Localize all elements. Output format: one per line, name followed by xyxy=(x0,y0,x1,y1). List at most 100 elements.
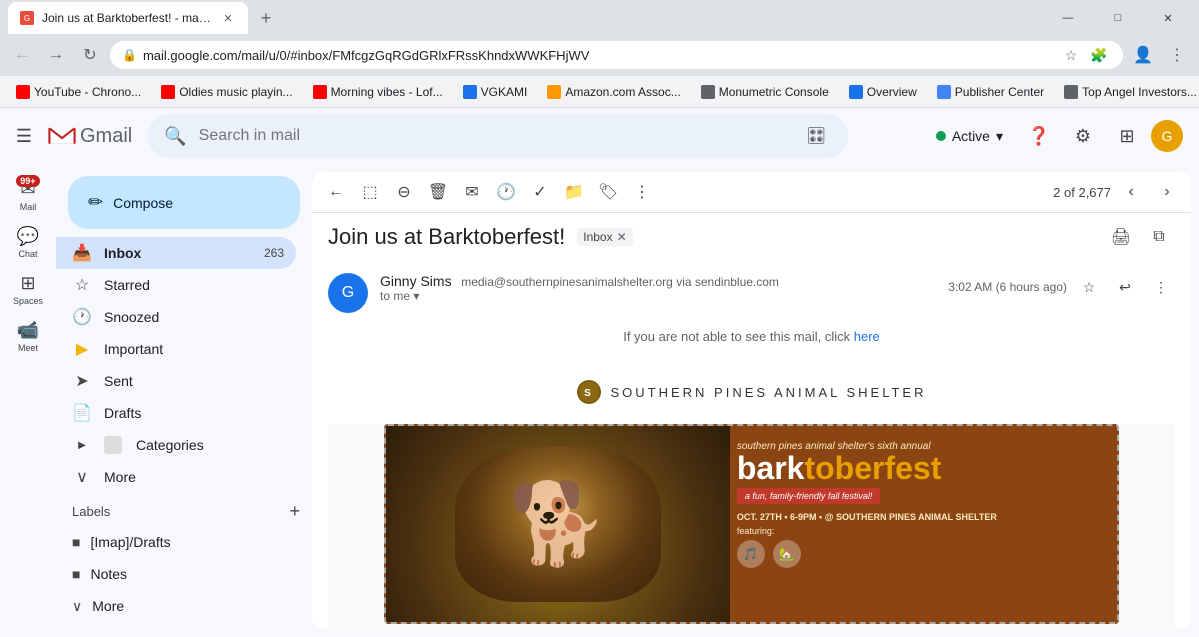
bookmark-oldies[interactable]: Oldies music playin... xyxy=(153,81,300,103)
sidebar-item-important[interactable]: ▶ Important xyxy=(56,333,296,365)
sidebar-item-mail[interactable]: ✉ 99+ Mail xyxy=(0,173,56,218)
sidebar-item-starred[interactable]: ☆ Starred xyxy=(56,269,296,301)
bookmark-publisher-label: Publisher Center xyxy=(955,85,1044,99)
tab-title: Join us at Barktoberfest! - marsh... xyxy=(42,11,212,25)
spam-button[interactable]: ⊖ xyxy=(388,176,420,208)
profile-button[interactable]: 👤 xyxy=(1129,41,1157,69)
sidebar-label-notes[interactable]: ■ Notes xyxy=(56,558,296,590)
sidebar-label-imap-drafts[interactable]: ■ [Imap]/Drafts xyxy=(56,526,296,558)
label-folder-icon: ■ xyxy=(72,534,80,550)
reply-button[interactable]: ↩ xyxy=(1111,273,1139,301)
bookmark-youtube-label: YouTube - Chrono... xyxy=(34,85,141,99)
more-options-button[interactable]: ⋮ xyxy=(626,176,658,208)
badge-2: 🏡 xyxy=(773,540,801,568)
badge-1: 🎵 xyxy=(737,540,765,568)
help-button[interactable]: ❓ xyxy=(1019,116,1059,156)
sidebar-item-inbox[interactable]: 📥 Inbox 263 xyxy=(56,237,296,269)
bookmark-morning[interactable]: Morning vibes - Lof... xyxy=(305,81,451,103)
add-to-tasks-button[interactable]: ✓ xyxy=(524,176,556,208)
prev-email-button[interactable]: ‹ xyxy=(1115,176,1147,208)
active-tab[interactable]: G Join us at Barktoberfest! - marsh... ✕ xyxy=(8,2,248,34)
star-button[interactable]: ☆ xyxy=(1075,273,1103,301)
bookmark-youtube[interactable]: YouTube - Chrono... xyxy=(8,81,149,103)
minimize-button[interactable]: — xyxy=(1045,2,1091,34)
sidebar-label-more[interactable]: ∨ More xyxy=(56,590,296,622)
recipient-expand-icon[interactable]: ▾ xyxy=(413,289,419,303)
email-subject-row: Join us at Barktoberfest! Inbox ✕ 🖨 ⧉ xyxy=(312,213,1191,257)
topangel-favicon xyxy=(1064,85,1078,99)
bookmark-amazon[interactable]: Amazon.com Assoc... xyxy=(539,81,688,103)
window-controls: — □ ✕ xyxy=(1045,2,1191,34)
snoozed-icon: 🕐 xyxy=(72,307,92,327)
starred-label: Starred xyxy=(104,277,284,293)
bookmark-vgkami[interactable]: VGKAMI xyxy=(455,81,536,103)
sidebar-item-sent[interactable]: ➤ Sent xyxy=(56,365,296,397)
more-expand-icon: ∨ xyxy=(72,467,92,487)
sidebar-item-snoozed[interactable]: 🕐 Snoozed xyxy=(56,301,296,333)
sender-via: sendinblue.com xyxy=(695,275,779,289)
important-label: Important xyxy=(104,341,284,357)
notice-link[interactable]: here xyxy=(854,329,880,344)
maximize-button[interactable]: □ xyxy=(1095,2,1141,34)
extensions-icon[interactable]: 🧩 xyxy=(1087,43,1111,67)
browser-chrome: G Join us at Barktoberfest! - marsh... ✕… xyxy=(0,0,1199,108)
next-email-button[interactable]: › xyxy=(1151,176,1183,208)
status-button[interactable]: Active ▾ xyxy=(924,122,1015,151)
inbox-tag-label: Inbox xyxy=(583,230,612,244)
add-label-button[interactable]: + xyxy=(289,501,300,522)
banner-container: southern pines animal shelter's sixth an… xyxy=(328,424,1175,629)
reload-button[interactable]: ↻ xyxy=(76,41,104,69)
search-bar[interactable]: 🔍 🎛 xyxy=(148,114,848,158)
bookmark-publisher[interactable]: Publisher Center xyxy=(929,81,1052,103)
back-button[interactable]: ← xyxy=(8,41,36,69)
sidebar-item-chat[interactable]: 💬 Chat xyxy=(0,220,56,265)
main-email-area: ← ⬚ ⊖ 🗑 ✉ 🕐 ✓ 📁 🏷 ⋮ 2 of 2,677 ‹ › Jo xyxy=(312,172,1191,629)
sidebar-item-meet[interactable]: 📹 Meet xyxy=(0,314,56,359)
sender-avatar-letter: G xyxy=(342,284,354,302)
more-email-actions-button[interactable]: ⋮ xyxy=(1147,273,1175,301)
url-actions: ☆ 🧩 xyxy=(1059,43,1111,67)
remove-inbox-tag-button[interactable]: ✕ xyxy=(617,230,627,244)
apps-button[interactable]: ⊞ xyxy=(1107,116,1147,156)
hamburger-menu[interactable]: ☰ xyxy=(4,116,44,156)
new-tab-button[interactable]: + xyxy=(252,4,280,32)
user-avatar[interactable]: G xyxy=(1151,120,1183,152)
sidebar-item-spaces[interactable]: ⊞ Spaces xyxy=(0,267,56,312)
spaces-label: Spaces xyxy=(13,296,43,306)
bookmark-overview[interactable]: Overview xyxy=(841,81,925,103)
sidebar-item-more[interactable]: ∨ More xyxy=(56,461,296,493)
close-button[interactable]: ✕ xyxy=(1145,2,1191,34)
bookmark-icon[interactable]: ☆ xyxy=(1059,43,1083,67)
categories-expand-icon: ▶ xyxy=(72,440,92,451)
svg-text:S: S xyxy=(584,388,594,399)
settings-button[interactable]: ⚙ xyxy=(1063,116,1103,156)
print-button[interactable]: 🖨 xyxy=(1105,221,1137,253)
bookmark-monumetric[interactable]: Monumetric Console xyxy=(693,81,837,103)
back-to-inbox-button[interactable]: ← xyxy=(320,176,352,208)
url-bar[interactable]: 🔒 mail.google.com/mail/u/0/#inbox/FMfcgz… xyxy=(110,41,1123,69)
delete-button[interactable]: 🗑 xyxy=(422,176,454,208)
browser-menu-button[interactable]: ⋮ xyxy=(1163,41,1191,69)
categories-label: Categories xyxy=(136,437,284,453)
forward-button[interactable]: → xyxy=(42,41,70,69)
email-subject: Join us at Barktoberfest! xyxy=(328,224,565,250)
sidebar-item-drafts[interactable]: 📄 Drafts xyxy=(56,397,296,429)
bookmark-topangel[interactable]: Top Angel Investors... xyxy=(1056,81,1199,103)
label-button[interactable]: 🏷 xyxy=(592,176,624,208)
mark-unread-button[interactable]: ✉ xyxy=(456,176,488,208)
archive-button[interactable]: ⬚ xyxy=(354,176,386,208)
email-meta-actions: 3:02 AM (6 hours ago) ☆ ↩ xyxy=(948,273,1175,301)
search-input[interactable] xyxy=(199,127,789,145)
snooze-button[interactable]: 🕐 xyxy=(490,176,522,208)
gmail-logo-svg xyxy=(48,122,76,150)
categories-folder-icon xyxy=(104,436,122,454)
email-notice: If you are not able to see this mail, cl… xyxy=(328,321,1175,360)
tab-close-button[interactable]: ✕ xyxy=(220,10,236,26)
dog-image xyxy=(386,426,730,622)
gmail-logo-text: Gmail xyxy=(80,125,132,148)
sidebar-item-categories[interactable]: ▶ Categories xyxy=(56,429,296,461)
search-filter-button[interactable]: 🎛 xyxy=(800,120,832,152)
move-to-button[interactable]: 📁 xyxy=(558,176,590,208)
compose-button[interactable]: ✏ Compose xyxy=(68,176,300,229)
new-window-button[interactable]: ⧉ xyxy=(1143,221,1175,253)
